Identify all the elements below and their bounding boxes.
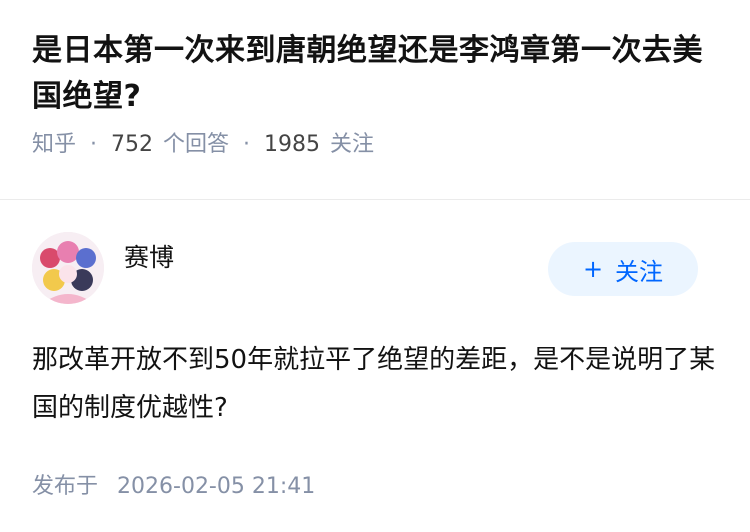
avatar[interactable]: [32, 232, 104, 304]
meta-separator: ·: [90, 132, 98, 157]
answer-card: 赛博 + 关注 那改革开放不到50年就拉平了绝望的差距，是不是说明了某国的制度优…: [32, 232, 718, 502]
author-row: 赛博 + 关注: [32, 232, 718, 304]
follow-button-label: 关注: [615, 257, 664, 286]
answer-content[interactable]: 那改革开放不到50年就拉平了绝望的差距，是不是说明了某国的制度优越性?: [32, 336, 722, 432]
published-label: 发布于: [32, 474, 99, 499]
section-divider: [0, 199, 750, 200]
answer-count: 752: [111, 132, 154, 157]
answer-time: 发布于 2026-02-05 21:41: [32, 472, 718, 502]
plus-icon: +: [582, 255, 604, 283]
published-time: 2026-02-05 21:41: [117, 474, 316, 499]
follower-count: 1985: [264, 132, 321, 157]
site-name[interactable]: 知乎: [32, 130, 76, 160]
question-header: 是日本第一次来到唐朝绝望还是李鸿章第一次去美国绝望? 知乎 · 752 个回答 …: [32, 28, 722, 160]
meta-separator: ·: [243, 132, 251, 157]
follower-count-label: 关注: [330, 132, 375, 157]
author-name[interactable]: 赛博: [124, 238, 174, 274]
answer-count-label[interactable]: 个回答: [163, 130, 229, 160]
question-meta: 知乎 · 752 个回答 · 1985 关注: [32, 130, 722, 160]
question-title[interactable]: 是日本第一次来到唐朝绝望还是李鸿章第一次去美国绝望?: [32, 28, 722, 120]
follow-button[interactable]: + 关注: [548, 242, 698, 296]
